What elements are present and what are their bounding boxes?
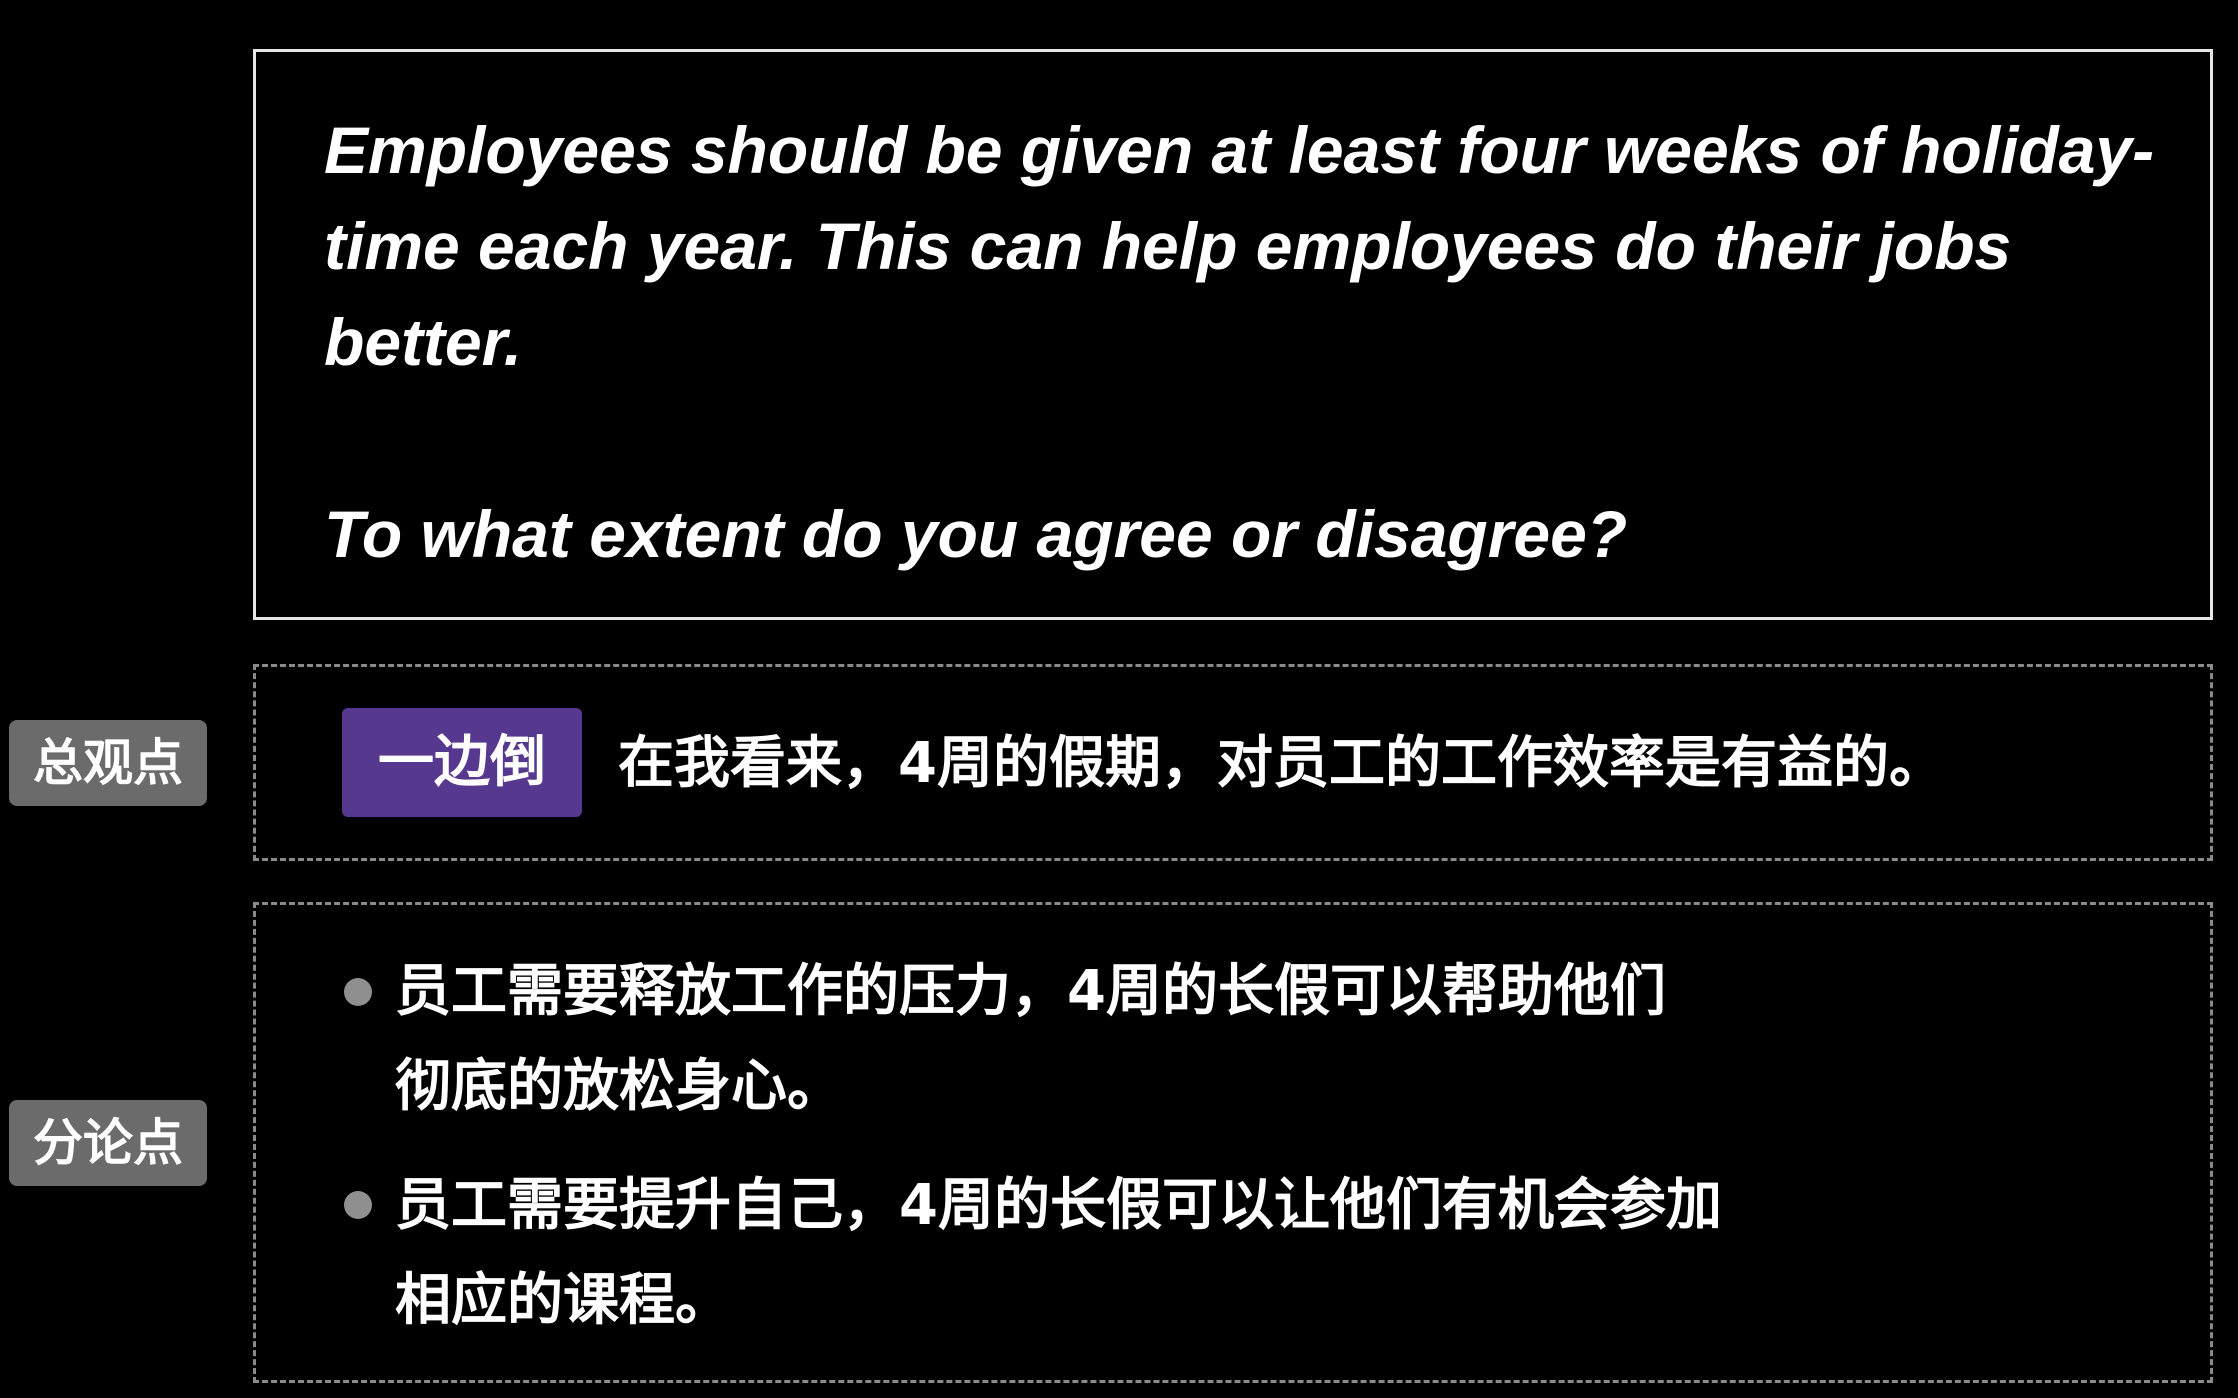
- stance-tag: 一边倒: [342, 708, 582, 817]
- prompt-question: To what extent do you agree or disagree?: [324, 497, 1628, 571]
- sub-point-1-line-1: 员工需要释放工作的压力，4周的长假可以帮助他们: [395, 959, 1666, 1024]
- overall-view-text: 在我看来，4周的假期，对员工的工作效率是有益的。: [618, 731, 1945, 796]
- prompt-statement: Employees should be given at least four …: [324, 113, 2155, 379]
- bullet-icon: [344, 1191, 372, 1219]
- sub-points-label: 分论点: [9, 1100, 207, 1186]
- overall-view-label: 总观点: [9, 720, 207, 806]
- sub-point-2-line-2: 相应的课程。: [395, 1268, 731, 1333]
- sub-point-1-line-2: 彻底的放松身心。: [395, 1054, 843, 1119]
- sub-point-2-line-1: 员工需要提升自己，4周的长假可以让他们有机会参加: [395, 1173, 1722, 1238]
- bullet-icon: [344, 978, 372, 1006]
- essay-prompt-box: Employees should be given at least four …: [253, 49, 2213, 620]
